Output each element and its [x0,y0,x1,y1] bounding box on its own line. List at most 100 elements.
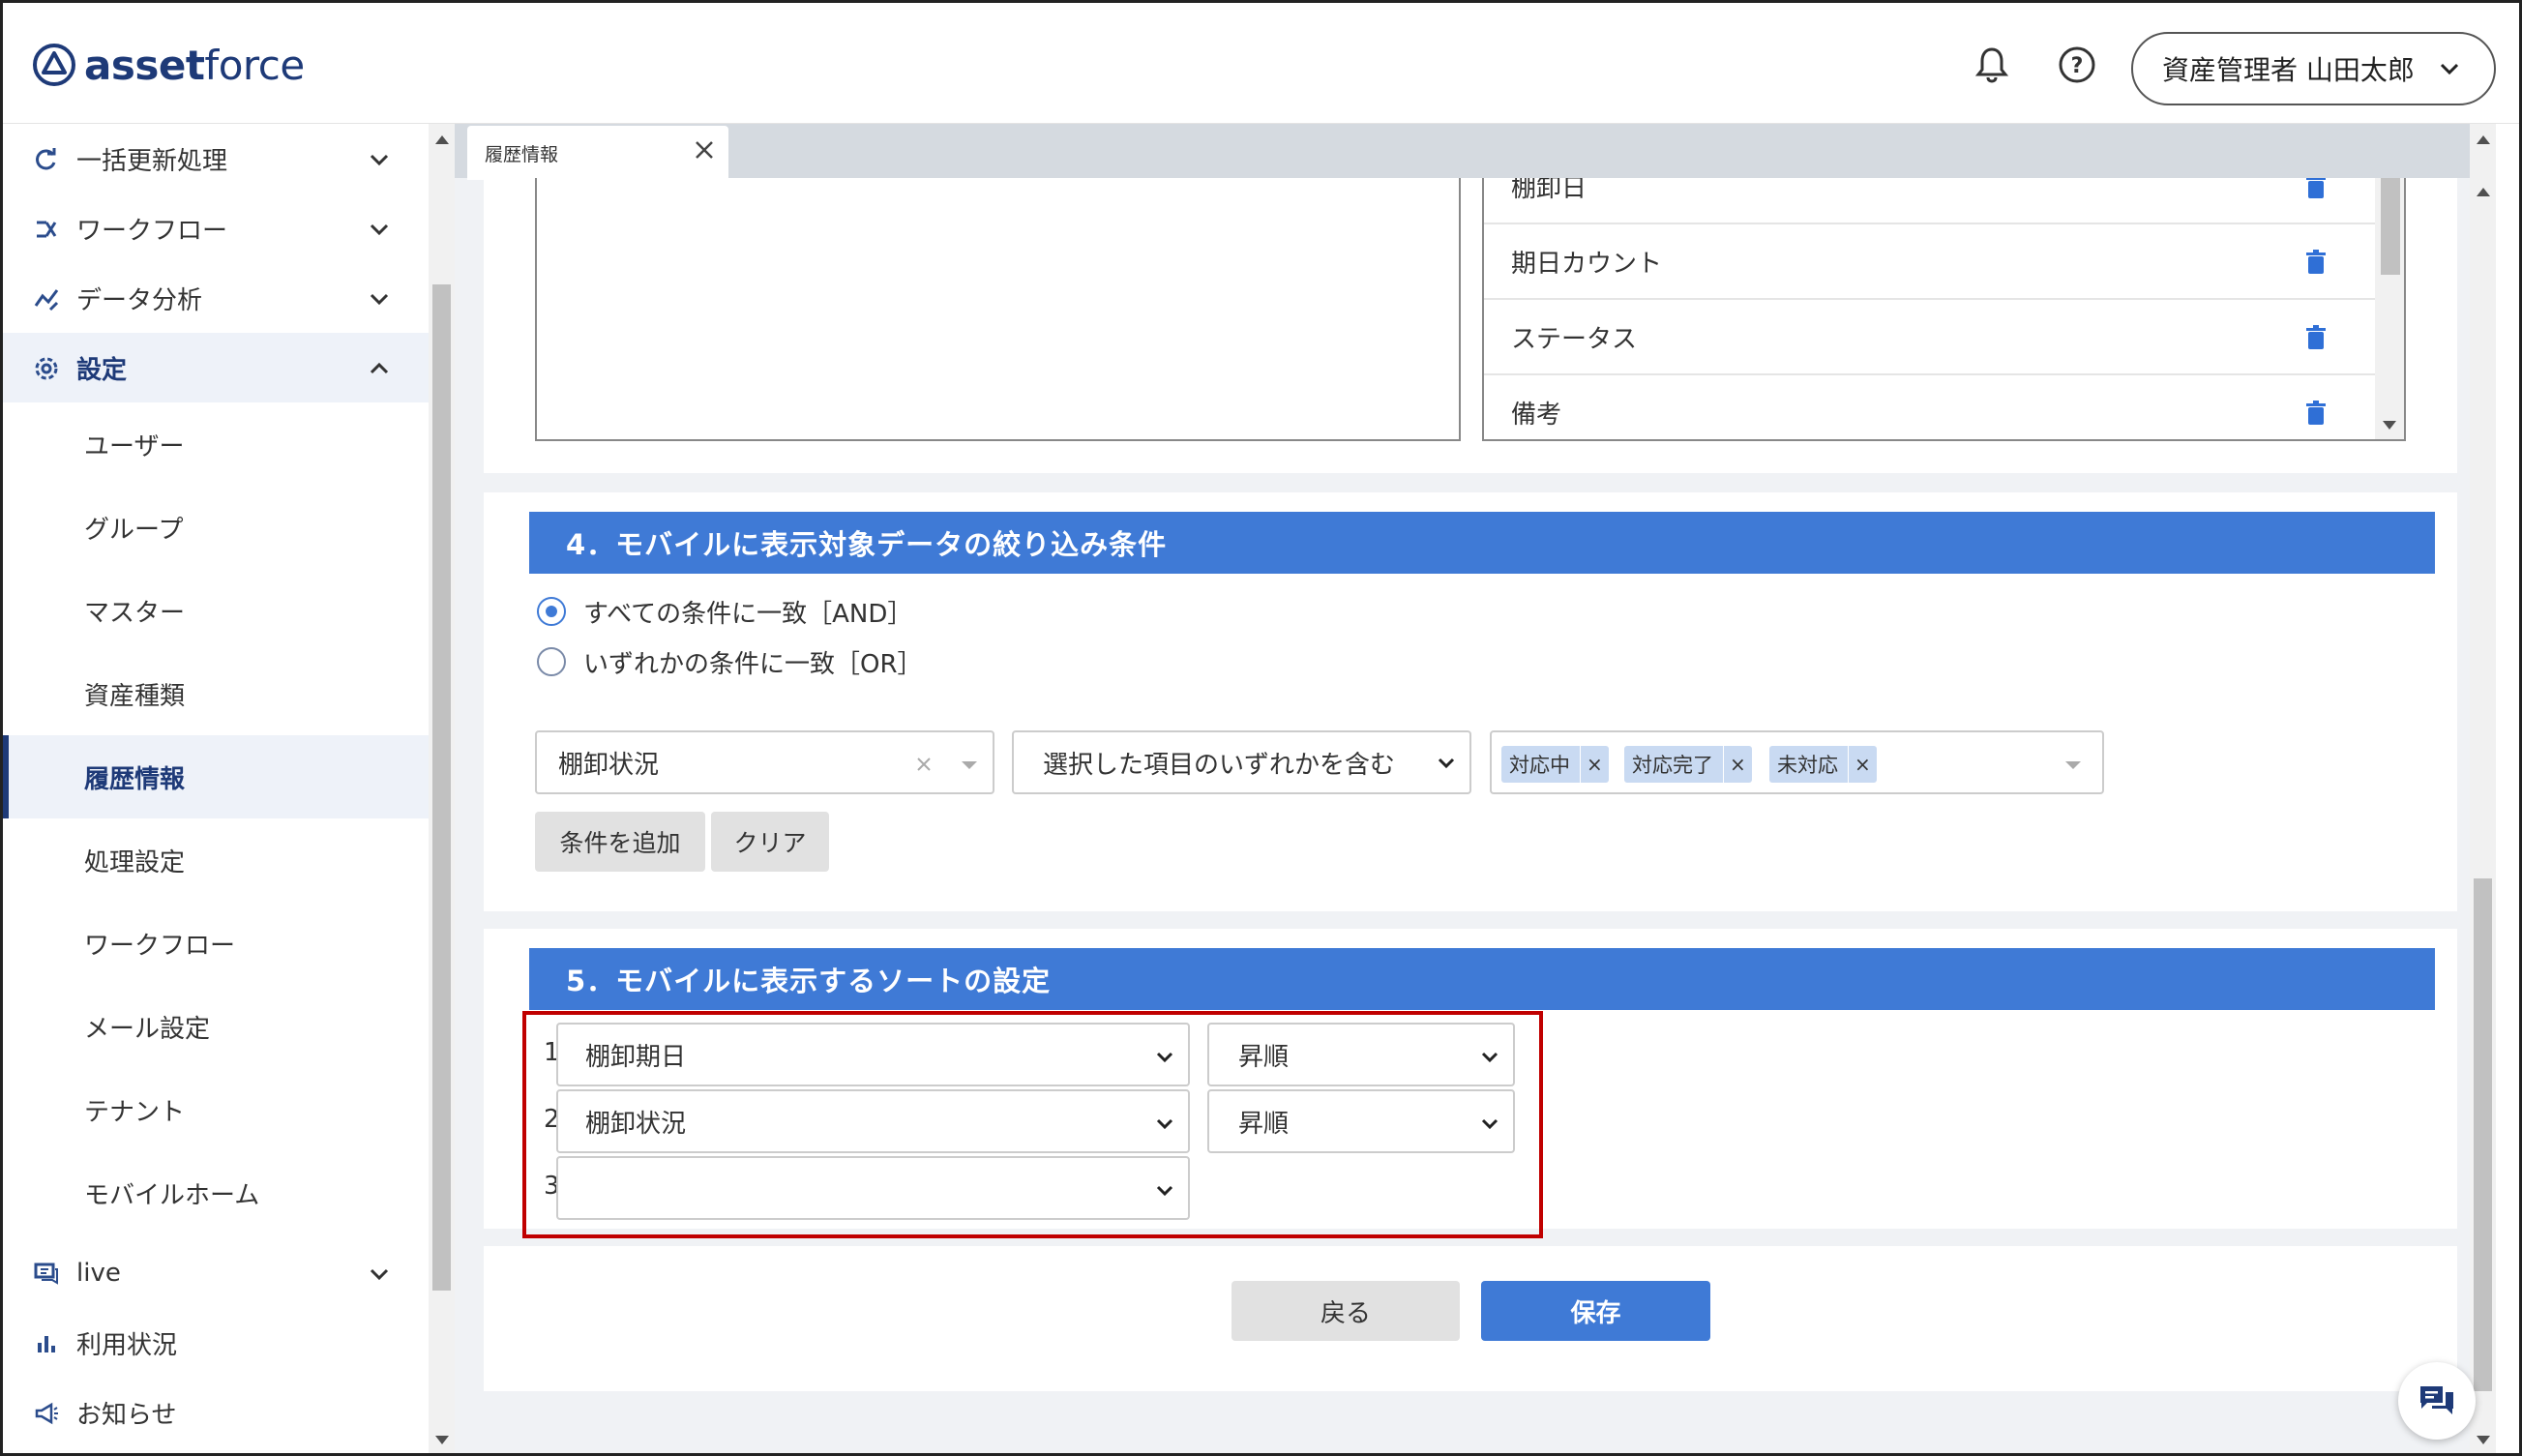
condition-operator-select[interactable]: 選択した項目のいずれかを含む [1012,730,1471,794]
scroll-down-arrow-icon[interactable] [435,1436,449,1444]
user-name: 資産管理者 山田太郎 [2162,54,2415,86]
sidebar-item-news[interactable]: お知らせ [3,1378,429,1447]
sort-field-select[interactable]: 棚卸期日 [556,1023,1190,1086]
sidebar-sub-label: グループ [84,515,184,545]
scroll-down-arrow-icon[interactable] [2477,1436,2490,1444]
chevron-down-icon [1156,1052,1173,1063]
scrollbar-thumb[interactable] [2474,878,2492,1391]
select-value: 棚卸期日 [585,1042,687,1072]
sidebar-sub-label: マスター [84,598,186,628]
sort-field-select[interactable]: 棚卸状況 [556,1089,1190,1153]
help-icon[interactable]: ? [2054,42,2100,88]
sidebar-sub-label: ユーザー [84,431,185,461]
list-item-label: 備考 [1511,400,1562,430]
sidebar-scrollbar[interactable] [429,124,455,1453]
chip-remove-icon[interactable]: × [1723,746,1752,783]
chevron-down-icon [1156,1118,1173,1130]
radio-or[interactable]: いずれかの条件に一致［OR］ [537,642,923,681]
value-chip: 対応中 × [1501,746,1609,783]
main-area: 履歴情報 棚卸日 期日カウント ステータス 備考 4．モバイルに表示対象データの… [455,124,2496,1453]
scroll-down-arrow-icon[interactable] [2383,421,2396,430]
scroll-up-arrow-icon[interactable] [2477,188,2490,196]
radio-unchecked-icon [537,647,566,676]
back-button[interactable]: 戻る [1231,1281,1460,1341]
chat-icon [34,1263,58,1285]
tab-history[interactable]: 履歴情報 [467,126,728,180]
sidebar-sub-mail[interactable]: メール設定 [3,985,429,1068]
sidebar-item-bulk-update[interactable]: 一括更新処理 [3,124,429,193]
sidebar-sub-groups[interactable]: グループ [3,486,429,569]
scrollbar-thumb[interactable] [432,284,451,1291]
logo[interactable]: assetforce [32,38,305,92]
add-condition-button[interactable]: 条件を追加 [535,812,705,872]
tab-label: 履歴情報 [485,143,559,165]
sidebar-sub-mobile-home[interactable]: モバイルホーム [3,1151,429,1234]
chevron-down-icon [1156,1185,1173,1197]
page-content: 棚卸日 期日カウント ステータス 備考 4．モバイルに表示対象データの絞り込み条… [474,178,2467,1453]
list-scrollbar[interactable] [2375,178,2404,439]
selected-fields-list[interactable]: 棚卸日 期日カウント ステータス 備考 [1482,178,2406,441]
sidebar-item-settings[interactable]: 設定 [3,333,429,402]
sidebar-sub-master[interactable]: マスター [3,569,429,652]
app-window: assetforce ? 資産管理者 山田太郎 一括更新処理 ワークフロー デー… [0,0,2522,1456]
available-fields-box[interactable] [535,178,1461,441]
trash-icon[interactable] [2305,250,2327,275]
sidebar-item-usage[interactable]: 利用状況 [3,1308,429,1378]
section-title: 4．モバイルに表示対象データの絞り込み条件 [529,512,2435,574]
list-item[interactable]: 棚卸日 [1484,178,2379,224]
list-item[interactable]: 備考 [1484,375,2379,439]
sidebar-item-workflow[interactable]: ワークフロー [3,193,429,263]
sidebar-item-data-analysis[interactable]: データ分析 [3,263,429,333]
value-chip: 未対応 × [1769,746,1877,783]
save-button[interactable]: 保存 [1481,1281,1710,1341]
sidebar: 一括更新処理 ワークフロー データ分析 設定 ユーザー グループ マスター 資産… [3,124,429,1453]
sidebar-item-live[interactable]: live [3,1238,429,1308]
chevron-up-icon [370,362,389,374]
sidebar-sub-users[interactable]: ユーザー [3,402,429,486]
sidebar-sub-asset-types[interactable]: 資産種類 [3,652,429,735]
analytics-icon [34,289,59,312]
sidebar-sub-label: 資産種類 [84,681,186,711]
main-scrollbar[interactable] [2470,124,2496,1453]
notification-bell-icon[interactable] [1969,42,2015,88]
trash-icon[interactable] [2305,325,2327,350]
clear-x-icon[interactable] [915,756,933,773]
chip-remove-icon[interactable]: × [1848,746,1877,783]
sidebar-sub-history[interactable]: 履歴情報 [3,735,429,818]
list-item-label: 棚卸日 [1511,178,1587,203]
tab-bar: 履歴情報 [455,124,2496,180]
clear-button[interactable]: クリア [711,812,829,872]
sort-field-select[interactable] [556,1156,1190,1220]
chip-label: 対応中 [1509,754,1570,777]
list-item[interactable]: ステータス [1484,300,2379,375]
condition-field-select[interactable]: 棚卸状況 [535,730,994,794]
sort-order-select[interactable]: 昇順 [1207,1023,1515,1086]
app-header: assetforce ? 資産管理者 山田太郎 [3,3,2519,124]
sidebar-sub-label: ワークフロー [84,931,236,961]
list-item[interactable]: 期日カウント [1484,224,2379,300]
select-value: 昇順 [1238,1042,1290,1072]
chevron-down-icon [370,223,389,236]
condition-values-multiselect[interactable]: 対応中 × 対応完了 × 未対応 × [1490,730,2104,794]
chevron-down-icon [370,293,389,306]
sidebar-sub-processing[interactable]: 処理設定 [3,818,429,902]
scrollbar-thumb[interactable] [2381,178,2400,275]
scroll-up-arrow-icon[interactable] [435,135,449,144]
caret-down-icon [962,761,977,769]
chat-support-button[interactable] [2398,1362,2476,1440]
chip-label: 対応完了 [1632,754,1713,777]
user-menu-button[interactable]: 資産管理者 山田太郎 [2131,32,2496,105]
filter-card: 4．モバイルに表示対象データの絞り込み条件 すべての条件に一致［AND］ いずれ… [484,492,2457,911]
sidebar-item-label: お知らせ [76,1400,177,1430]
radio-and[interactable]: すべての条件に一致［AND］ [537,592,912,631]
sidebar-sub-workflow[interactable]: ワークフロー [3,902,429,985]
chip-remove-icon[interactable]: × [1580,746,1609,783]
trash-icon[interactable] [2305,401,2327,426]
sidebar-sub-tenant[interactable]: テナント [3,1068,429,1151]
close-icon[interactable] [694,139,715,161]
megaphone-icon [35,1402,58,1425]
sort-order-select[interactable]: 昇順 [1207,1089,1515,1153]
bar-chart-icon [38,1336,55,1352]
trash-icon[interactable] [2305,178,2327,199]
scroll-up-arrow-icon[interactable] [2477,135,2490,144]
